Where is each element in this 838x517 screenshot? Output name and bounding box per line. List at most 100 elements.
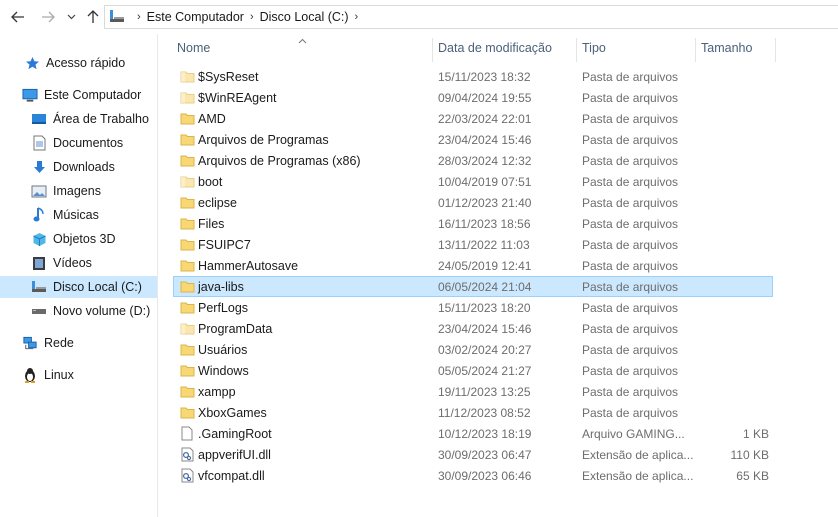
file-row[interactable]: FSUIPC7 13/11/2022 11:03 Pasta de arquivos	[173, 234, 773, 255]
file-row[interactable]: $WinREAgent 09/04/2024 19:55 Pasta de arqu…	[173, 87, 773, 108]
file-row[interactable]: HammerAutosave 24/05/2019 12:41 Pasta de a…	[173, 255, 773, 276]
folder-icon	[179, 130, 195, 149]
file-date: 10/12/2023 18:19	[438, 426, 532, 441]
file-row[interactable]: ProgramData 23/04/2024 15:46 Pasta de arqu…	[173, 318, 773, 339]
column-divider[interactable]	[775, 38, 776, 62]
file-row[interactable]: .GamingRoot 10/12/2023 18:19 Arquivo GAMIN…	[173, 423, 773, 444]
column-header-date[interactable]: Data de modificação	[432, 34, 576, 62]
sidebar-item-disco-local-c[interactable]: Disco Local (C:)	[0, 276, 157, 298]
file-type: Extensão de aplica...	[582, 468, 694, 483]
address-bar[interactable]: › Este Computador › Disco Local (C:) ›	[104, 5, 838, 29]
folder-icon	[179, 151, 195, 170]
file-name: Files	[198, 216, 225, 231]
toolbar: › Este Computador › Disco Local (C:) ›	[0, 0, 838, 34]
sidebar-item-label: Documentos	[53, 136, 124, 150]
sidebar-item-este-computador[interactable]: Este Computador	[22, 84, 141, 106]
column-header-type[interactable]: Tipo	[576, 34, 695, 62]
file-name: Arquivos de Programas (x86)	[198, 153, 361, 168]
file-row[interactable]: appverifUI.dll 30/09/2023 06:47 Extensão d…	[173, 444, 773, 465]
file-size	[698, 235, 769, 254]
penguin-icon	[22, 367, 38, 383]
file-date: 01/12/2023 21:40	[438, 195, 532, 210]
file-row[interactable]: Usuários 03/02/2024 20:27 Pasta de arquivo…	[173, 339, 773, 360]
folder-icon	[179, 277, 195, 296]
folder-icon	[179, 109, 195, 128]
file-type: Pasta de arquivos	[582, 384, 679, 399]
file-row[interactable]: $SysReset 15/11/2023 18:32 Pasta de arquiv…	[173, 66, 773, 87]
file-date: 11/12/2023 08:52	[438, 405, 531, 420]
file-type: Pasta de arquivos	[582, 69, 679, 84]
file-size	[698, 88, 769, 107]
sidebar-item-label: Acesso rápido	[46, 56, 126, 70]
file-name: XboxGames	[198, 405, 267, 420]
sidebar-item-label: Rede	[44, 336, 74, 350]
forward-button[interactable]	[38, 7, 58, 27]
file-row[interactable]: vfcompat.dll 30/09/2023 06:46 Extensão de …	[173, 465, 773, 486]
file-row[interactable]: eclipse 01/12/2023 21:40 Pasta de arquivos	[173, 192, 773, 213]
file-name: .GamingRoot	[198, 426, 272, 441]
drive-icon	[31, 303, 47, 319]
file-name: Windows	[198, 363, 249, 378]
file-row[interactable]: xampp 19/11/2023 13:25 Pasta de arquivos	[173, 381, 773, 402]
pictures-icon	[31, 183, 47, 199]
dll-file-icon	[179, 466, 195, 485]
folder-icon	[179, 361, 195, 380]
file-row[interactable]: Arquivos de Programas 23/04/2024 15:46 Pas…	[173, 129, 773, 150]
file-row[interactable]: boot 10/04/2019 07:51 Pasta de arquivos	[173, 171, 773, 192]
file-size	[698, 382, 769, 401]
file-name: boot	[198, 174, 223, 189]
file-list: $SysReset 15/11/2023 18:32 Pasta de arquiv…	[173, 66, 773, 486]
navigation-pane: Acesso rápido Este Computador Área de Tr…	[0, 34, 158, 517]
sidebar-item-downloads[interactable]: Downloads	[31, 156, 115, 178]
sidebar-item-objetos-3d[interactable]: Objetos 3D	[31, 228, 116, 250]
folder-icon	[179, 319, 195, 338]
file-date: 24/05/2019 12:41	[438, 258, 532, 273]
file-row[interactable]: java-libs 06/05/2024 21:04 Pasta de arquiv…	[173, 276, 773, 297]
sidebar-item-area-de-trabalho[interactable]: Área de Trabalho	[31, 108, 149, 130]
video-icon	[31, 255, 47, 271]
sidebar-item-musicas[interactable]: Músicas	[31, 204, 99, 226]
file-size	[698, 361, 769, 380]
sidebar-item-novo-volume-d[interactable]: Novo volume (D:)	[31, 300, 150, 322]
breadcrumb-disco-local[interactable]: Disco Local (C:)	[260, 10, 349, 24]
file-row[interactable]: Files 16/11/2023 18:56 Pasta de arquivos	[173, 213, 773, 234]
breadcrumb-este-computador[interactable]: Este Computador	[147, 10, 244, 24]
file-date: 03/02/2024 20:27	[438, 342, 532, 357]
file-row[interactable]: PerfLogs 15/11/2023 18:20 Pasta de arquivo…	[173, 297, 773, 318]
sidebar-item-videos[interactable]: Vídeos	[31, 252, 92, 274]
file-date: 16/11/2023 18:56	[438, 216, 531, 231]
file-row[interactable]: XboxGames 11/12/2023 08:52 Pasta de arquiv…	[173, 402, 773, 423]
file-date: 30/09/2023 06:46	[438, 468, 532, 483]
file-name: $WinREAgent	[198, 90, 277, 105]
drive-icon	[31, 279, 47, 295]
file-name: Arquivos de Programas	[198, 132, 329, 147]
back-button[interactable]	[8, 7, 28, 27]
file-date: 06/05/2024 21:04	[438, 279, 532, 294]
file-name: AMD	[198, 111, 226, 126]
up-button[interactable]	[84, 7, 102, 27]
sidebar-item-documentos[interactable]: Documentos	[31, 132, 123, 154]
document-icon	[31, 135, 47, 151]
folder-icon	[179, 298, 195, 317]
file-date: 23/04/2024 15:46	[438, 132, 532, 147]
file-type: Pasta de arquivos	[582, 111, 679, 126]
column-header-size[interactable]: Tamanho	[695, 34, 775, 62]
sidebar-item-label: Área de Trabalho	[53, 112, 149, 126]
recent-locations-button[interactable]	[64, 7, 78, 27]
sidebar-item-rede[interactable]: Rede	[22, 332, 74, 354]
back-arrow-icon	[11, 11, 24, 23]
file-type: Pasta de arquivos	[582, 300, 679, 315]
sidebar-item-acesso-rapido[interactable]: Acesso rápido	[24, 52, 125, 74]
sidebar-item-linux[interactable]: Linux	[22, 364, 74, 386]
sidebar-item-label: Disco Local (C:)	[53, 280, 142, 294]
file-row[interactable]: AMD 22/03/2024 22:01 Pasta de arquivos	[173, 108, 773, 129]
file-row[interactable]: Arquivos de Programas (x86) 28/03/2024 12…	[173, 150, 773, 171]
sidebar-item-imagens[interactable]: Imagens	[31, 180, 101, 202]
folder-icon	[179, 403, 195, 422]
file-type: Arquivo GAMING...	[582, 426, 685, 441]
file-date: 23/04/2024 15:46	[438, 321, 532, 336]
file-type: Extensão de aplica...	[582, 447, 694, 462]
folder-icon	[179, 382, 195, 401]
column-header-name[interactable]: Nome	[171, 34, 433, 62]
file-row[interactable]: Windows 05/05/2024 21:27 Pasta de arquivos	[173, 360, 773, 381]
